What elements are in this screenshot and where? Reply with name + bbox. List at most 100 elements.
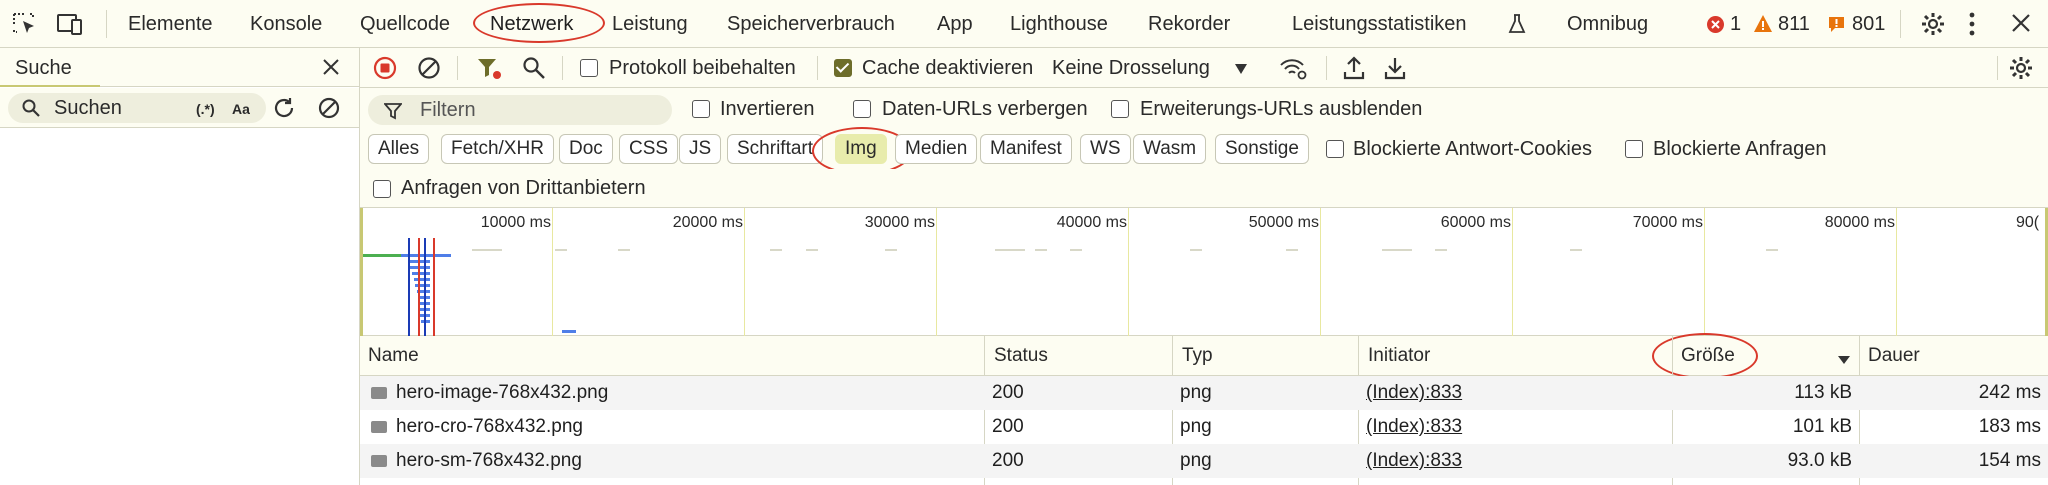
preserve-log-label[interactable]: Protokoll beibehalten (609, 57, 796, 80)
disable-cache-label[interactable]: Cache deaktivieren (862, 57, 1033, 80)
network-overview-timeline[interactable]: 10000 ms 20000 ms 30000 ms 40000 ms 5000… (360, 208, 2048, 336)
cell-duration: 183 ms (1978, 416, 2041, 437)
record-stop-icon[interactable] (373, 56, 397, 85)
table-row[interactable]: hero-image-768x432.png 200 png (Index):8… (360, 376, 2048, 410)
column-header-size[interactable]: Größe (1673, 336, 1735, 376)
column-header-duration[interactable]: Dauer (1860, 336, 1920, 376)
tick-label: 30000 ms (864, 214, 935, 231)
match-case-toggle[interactable]: Aa (232, 101, 250, 117)
type-filter-fetch-xhr[interactable]: Fetch/XHR (441, 134, 554, 164)
tab-elemente[interactable]: Elemente (128, 0, 213, 48)
type-filter-img[interactable]: Img (835, 134, 887, 164)
search-drawer-title[interactable]: Suche (15, 57, 72, 80)
regex-toggle[interactable]: (.*) (196, 101, 215, 117)
refresh-icon[interactable] (272, 96, 296, 125)
waterfall-bar (1190, 249, 1202, 251)
invert-label[interactable]: Invertieren (720, 98, 815, 121)
throttling-select[interactable]: Keine Drosselung (1052, 57, 1210, 80)
cell-status: 200 (992, 450, 1024, 471)
error-icon[interactable] (1706, 15, 1726, 35)
waterfall-bar (1382, 249, 1412, 251)
disable-cache-checkbox[interactable] (834, 59, 852, 77)
blocked-requests-label[interactable]: Blockierte Anfragen (1653, 138, 1826, 161)
type-filter-all[interactable]: Alles (368, 134, 430, 164)
error-count[interactable]: 1 (1730, 0, 1741, 48)
waterfall-bar (412, 272, 430, 275)
export-har-icon[interactable] (1383, 55, 1407, 86)
type-filter-ws[interactable]: WS (1080, 134, 1131, 164)
cell-type: png (1180, 416, 1212, 437)
type-filter-font[interactable]: Schriftart (727, 134, 824, 164)
gridline (744, 208, 745, 336)
type-filter-media[interactable]: Medien (895, 134, 978, 164)
tab-omnibug[interactable]: Omnibug (1567, 0, 1648, 48)
warning-icon[interactable] (1753, 14, 1773, 34)
third-party-checkbox[interactable] (373, 180, 391, 198)
search-input[interactable]: Suchen (.*) Aa (8, 93, 266, 123)
column-header-status[interactable]: Status (986, 336, 1048, 376)
close-search-drawer-icon[interactable] (321, 57, 341, 82)
clear-search-icon[interactable] (317, 96, 341, 125)
invert-checkbox[interactable] (692, 100, 710, 118)
device-toolbar-icon[interactable] (56, 12, 82, 36)
column-header-initiator[interactable]: Initiator (1360, 336, 1430, 376)
settings-gear-icon[interactable] (1920, 11, 1946, 35)
image-file-icon (371, 421, 387, 433)
cell-initiator-link[interactable]: (Index):833 (1366, 376, 1462, 410)
type-filter-doc[interactable]: Doc (559, 134, 613, 164)
more-options-icon[interactable] (1968, 11, 1982, 36)
hide-data-urls-label[interactable]: Daten-URLs verbergen (882, 98, 1088, 121)
preserve-log-checkbox[interactable] (580, 59, 598, 77)
type-filter-js[interactable]: JS (679, 134, 722, 164)
column-header-name[interactable]: Name (360, 336, 419, 376)
blocked-cookies-checkbox[interactable] (1326, 140, 1344, 158)
load-event-line (418, 238, 420, 336)
waterfall-bar (1035, 249, 1047, 251)
tab-app[interactable]: App (937, 0, 973, 48)
element-picker-icon[interactable] (12, 12, 38, 36)
tab-lighthouse[interactable]: Lighthouse (1010, 0, 1108, 48)
tick-label: 10000 ms (480, 214, 551, 231)
gridline (936, 208, 937, 336)
tab-leistungsstatistiken[interactable]: Leistungsstatistiken (1292, 0, 1467, 48)
tab-speicherverbrauch[interactable]: Speicherverbrauch (727, 0, 895, 48)
type-filter-other[interactable]: Sonstige (1215, 134, 1309, 164)
type-filter-css[interactable]: CSS (619, 134, 679, 164)
blocked-cookies-label[interactable]: Blockierte Antwort-Cookies (1353, 138, 1592, 161)
tab-netzwerk[interactable]: Netzwerk (490, 0, 573, 48)
waterfall-bar (1435, 249, 1447, 251)
filter-funnel-icon[interactable] (476, 56, 502, 87)
third-party-label[interactable]: Anfragen von Drittanbietern (401, 177, 646, 200)
tab-konsole[interactable]: Konsole (250, 0, 322, 48)
hide-extension-urls-label[interactable]: Erweiterungs-URLs ausblenden (1140, 98, 1422, 121)
info-count[interactable]: 801 (1852, 0, 1885, 48)
cell-initiator-link[interactable]: (Index):833 (1366, 444, 1462, 478)
filter-input[interactable]: Filtern (368, 95, 672, 125)
toolbar-divider (1900, 10, 1901, 38)
table-row[interactable]: hero-sm-768x432.png 200 png (Index):833 … (360, 444, 2048, 478)
cell-initiator-link[interactable]: (Index):833 (1366, 410, 1462, 444)
tab-quellcode[interactable]: Quellcode (360, 0, 450, 48)
column-header-type[interactable]: Typ (1174, 336, 1213, 376)
close-devtools-icon[interactable] (2010, 12, 2036, 36)
gridline (1896, 208, 1897, 336)
sort-descending-icon[interactable] (1837, 352, 1851, 370)
hide-data-urls-checkbox[interactable] (853, 100, 871, 118)
type-filter-wasm[interactable]: Wasm (1133, 134, 1207, 164)
blocked-requests-checkbox[interactable] (1625, 140, 1643, 158)
info-issue-icon[interactable] (1827, 15, 1847, 35)
search-network-icon[interactable] (522, 56, 546, 85)
tab-rekorder[interactable]: Rekorder (1148, 0, 1230, 48)
tick-label: 70000 ms (1632, 214, 1703, 231)
tab-leistung[interactable]: Leistung (612, 0, 688, 48)
hide-extension-urls-checkbox[interactable] (1111, 100, 1129, 118)
warning-count[interactable]: 811 (1778, 0, 1810, 48)
table-row[interactable]: hero-cro-768x432.png 200 png (Index):833… (360, 410, 2048, 444)
network-settings-gear-icon[interactable] (2008, 55, 2034, 86)
type-filter-manifest[interactable]: Manifest (980, 134, 1072, 164)
clear-log-icon[interactable] (417, 56, 441, 85)
chevron-down-icon[interactable] (1234, 62, 1248, 80)
network-conditions-icon[interactable] (1278, 56, 1308, 85)
import-har-icon[interactable] (1342, 55, 1366, 86)
overview-handle-left[interactable] (360, 208, 363, 336)
